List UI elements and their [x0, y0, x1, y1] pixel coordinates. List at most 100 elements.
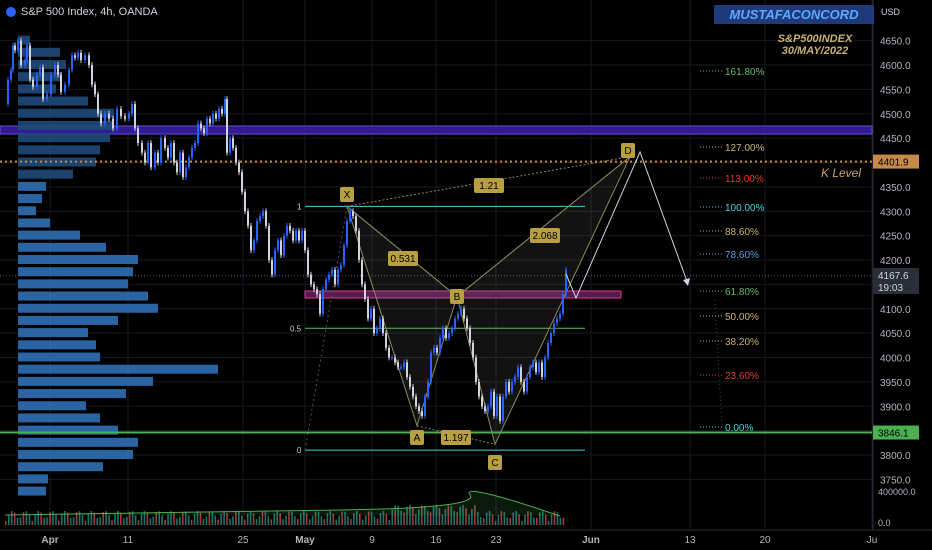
candle-body [104, 113, 106, 124]
volume-bar [562, 517, 565, 525]
candle-body [457, 313, 459, 319]
candle-body [355, 216, 357, 231]
volume-bar [37, 511, 40, 525]
volume-bar [282, 519, 284, 525]
candle-body [532, 362, 534, 368]
symbol-logo-icon [6, 7, 16, 17]
candle-body [562, 294, 564, 314]
candle-body [164, 138, 166, 148]
price-axis-label: 4550.0 [880, 85, 911, 96]
volume-bar [350, 518, 352, 525]
volume-bar [55, 514, 57, 525]
volume-bar [373, 516, 376, 525]
volume-bar [187, 515, 190, 525]
resistance-band [0, 125, 873, 135]
candle-body [112, 118, 114, 129]
candle-body [331, 269, 333, 275]
volume-profile-bar [18, 315, 118, 325]
volume-bar [547, 520, 550, 525]
candle-body [475, 357, 477, 382]
volume-bar [441, 514, 444, 525]
candle-body [364, 284, 366, 299]
candle-body [182, 152, 184, 178]
volume-ma-area [4, 490, 561, 517]
volume-bar [13, 512, 16, 525]
candle-body [433, 347, 435, 353]
subtitle-date: 30/MAY/2022 [781, 45, 849, 57]
volume-bar [72, 517, 75, 525]
candle-body [370, 308, 372, 319]
candle-body [316, 289, 318, 295]
candle-body [322, 289, 324, 314]
fib-vertical-guide [714, 299, 723, 428]
volume-bar [114, 514, 116, 525]
volume-profile-bar [18, 194, 42, 204]
candle-body [42, 67, 44, 100]
candle-body [64, 84, 66, 92]
candle-body [29, 45, 31, 80]
volume-bar [388, 519, 391, 525]
volume-bar [544, 514, 547, 525]
volume-bar [217, 519, 219, 525]
time-axis-label: May [295, 535, 315, 546]
volume-bar [335, 519, 337, 525]
volume-axis-label: 0.0 [878, 518, 891, 528]
volume-bar [152, 516, 155, 525]
candle-body [235, 147, 237, 163]
chart-canvas[interactable]: 1 0.5 0 X A B C D 0.531 1.197 2.068 1.21 161.80% 127.… [0, 0, 932, 550]
volume-bar [506, 517, 509, 525]
volume-bar [164, 519, 166, 525]
candle-body [337, 269, 339, 285]
volume-bar [556, 512, 559, 525]
volume-bar [241, 515, 243, 525]
candle-body [185, 167, 187, 178]
candle-body [409, 377, 411, 387]
volume-bar [31, 520, 34, 525]
candle-body [32, 79, 34, 87]
candle-body [54, 65, 56, 75]
volume-profile-bar [18, 181, 46, 191]
volume-bar [46, 517, 48, 525]
volume-bar [468, 514, 470, 525]
volume-profile-bar [18, 206, 36, 216]
candle-body [286, 225, 288, 236]
candle-body [385, 333, 387, 348]
candle-body [553, 323, 555, 334]
volume-profile-bar [18, 242, 106, 252]
candle-body [194, 143, 196, 148]
candle-body [224, 99, 226, 114]
candle-body [523, 381, 525, 392]
candle-body [134, 104, 136, 129]
volume-bar [193, 513, 196, 525]
volume-bar [34, 514, 37, 525]
volume-bar [494, 520, 497, 525]
volume-bar [43, 517, 45, 525]
candle-body [379, 318, 381, 329]
volume-bar [297, 519, 299, 525]
candle-body [451, 328, 453, 334]
volume-bar [5, 521, 7, 525]
volume-profile-bar [18, 340, 96, 350]
volume-bar [176, 518, 178, 525]
ratio-label-ac: 1.197 [443, 433, 468, 444]
candle-body [394, 357, 396, 363]
candle-body [280, 240, 282, 256]
volume-bar [205, 516, 208, 525]
volume-bar [10, 511, 13, 525]
volume-bar [52, 511, 54, 525]
volume-axis-label: 400000.0 [878, 487, 916, 497]
volume-bar [134, 515, 137, 525]
candle-body [259, 216, 261, 221]
volume-bar [229, 518, 231, 525]
fib-level-label: 38.20% [725, 337, 759, 348]
fib-level-label: 88.60% [725, 227, 759, 238]
candle-body [144, 152, 146, 163]
pattern-point-a: A [414, 433, 421, 444]
volume-profile-bar [18, 157, 96, 167]
volume-bar [376, 518, 379, 525]
volume-bar [482, 518, 485, 525]
volume-bar [524, 514, 526, 525]
time-axis-label: Ju [867, 535, 878, 546]
candle-body [472, 342, 474, 358]
candle-body [436, 347, 438, 353]
